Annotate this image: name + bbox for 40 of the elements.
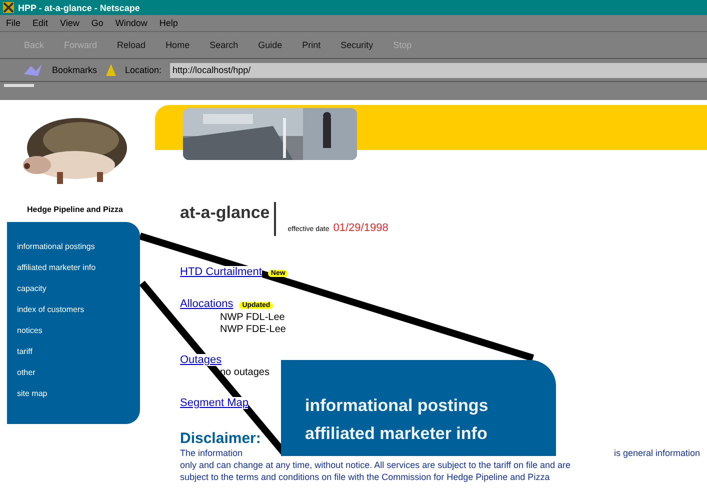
sidebar-link[interactable]: tariff xyxy=(17,347,140,356)
sidebar-link[interactable]: capacity xyxy=(17,284,140,293)
disclaimer-text: subject to the terms and conditions on file with the Commission for Hedge Pipeline and Pizza xyxy=(180,471,550,483)
bookmarks-button[interactable]: Bookmarks xyxy=(52,65,98,75)
menu-item[interactable]: View xyxy=(60,18,80,28)
section-link[interactable]: Allocations xyxy=(180,298,234,310)
toolbar-button[interactable]: Print xyxy=(302,40,321,50)
effective-date: 01/29/1998 xyxy=(333,222,388,234)
section-text: NWP FDE-Lee xyxy=(219,324,287,336)
section-link[interactable]: HTD Curtailment xyxy=(180,266,262,278)
section-link[interactable]: Segment Map xyxy=(180,397,248,409)
disclaimer-text: The information xyxy=(180,447,243,459)
sidebar-link[interactable]: other xyxy=(17,368,140,377)
sidebar-link[interactable]: notices xyxy=(17,326,140,335)
sidebar-link[interactable]: index of customers xyxy=(17,305,140,314)
sidebar-link[interactable]: affiliated marketer info xyxy=(17,263,140,272)
disclaimer-text: only and can change at any time, without notice. All services are subject to the tariff on file and are xyxy=(180,459,571,471)
toolbar-button[interactable]: Search xyxy=(210,40,238,50)
bookmark-icon[interactable] xyxy=(22,62,44,78)
sidebar-link[interactable]: site map xyxy=(17,389,140,398)
app-icon xyxy=(3,2,14,13)
section-text: NWP FDL-Lee xyxy=(219,312,286,324)
toolbar-button[interactable]: Guide xyxy=(258,40,282,50)
toolbar-button[interactable]: Reload xyxy=(117,40,146,50)
location-label: Location: xyxy=(125,65,162,75)
menu-item[interactable]: Edit xyxy=(32,18,48,28)
menu-item[interactable]: Help xyxy=(159,18,178,28)
menu-item[interactable]: Window xyxy=(115,18,148,28)
disclaimer-text: is general information xyxy=(614,447,700,459)
toolbar-button[interactable]: Home xyxy=(166,40,190,50)
menu-item[interactable]: File xyxy=(6,18,21,28)
url-field[interactable]: http://localhost/hpp/ xyxy=(170,62,707,78)
menu-item[interactable]: Go xyxy=(91,18,104,28)
location-icon xyxy=(105,63,118,77)
page-heading: at-a-glance xyxy=(180,202,276,236)
window-title: HPP - at-a-glance - Netscape xyxy=(18,2,140,12)
section-link[interactable]: Outages xyxy=(180,354,222,366)
company-name: Hedge Pipeline and Pizza xyxy=(26,205,124,214)
sidebar-link[interactable]: informational postings xyxy=(17,242,140,251)
toolbar-button[interactable]: Security xyxy=(340,40,374,50)
